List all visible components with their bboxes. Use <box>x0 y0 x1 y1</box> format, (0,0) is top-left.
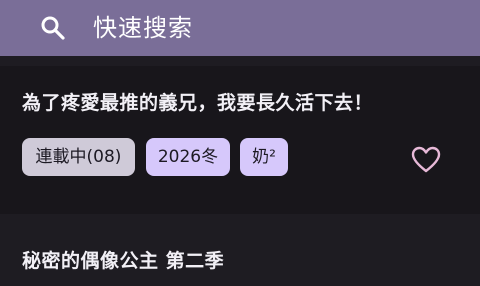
result-card[interactable]: 為了疼愛最推的義兄，我要長久活下去！ 連載中(08) 2026冬 奶² <box>0 66 480 214</box>
result-title[interactable]: 為了疼愛最推的義兄，我要長久活下去！ <box>22 90 462 116</box>
status-tag[interactable]: 連載中(08) <box>22 138 135 176</box>
search-icon[interactable] <box>40 15 66 41</box>
author-tag[interactable]: 奶² <box>240 138 288 176</box>
search-bar[interactable]: 快速搜索 <box>0 0 480 56</box>
heart-outline-icon[interactable] <box>411 146 441 174</box>
season-tag[interactable]: 2026冬 <box>146 138 230 176</box>
result-card[interactable]: 秘密的偶像公主 第二季 <box>0 214 480 286</box>
search-placeholder[interactable]: 快速搜索 <box>93 12 193 44</box>
result-title[interactable]: 秘密的偶像公主 第二季 <box>22 248 224 274</box>
